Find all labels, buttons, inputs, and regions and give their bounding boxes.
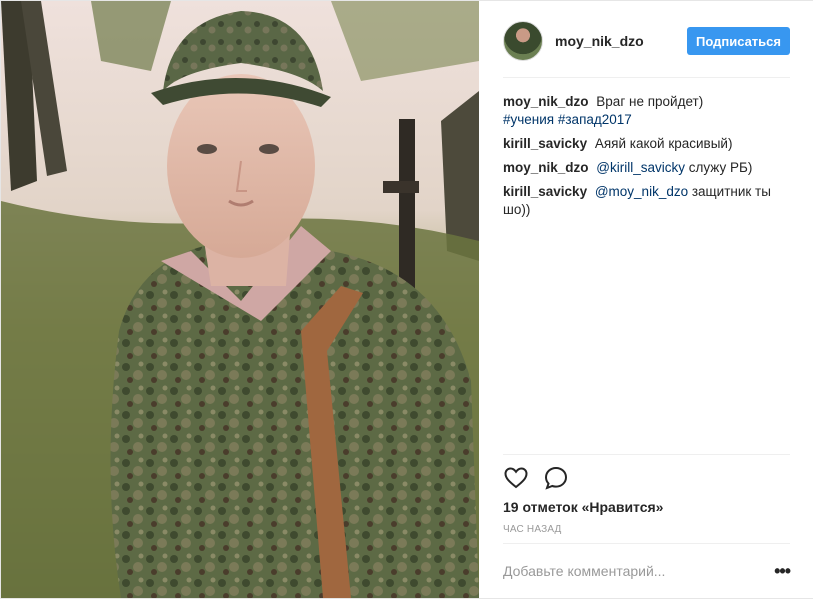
post-header: moy_nik_dzo Подписаться xyxy=(503,17,790,78)
selfie-image xyxy=(1,1,479,598)
divider xyxy=(503,454,790,455)
comment-author[interactable]: kirill_savicky xyxy=(503,184,587,199)
author-username[interactable]: moy_nik_dzo xyxy=(555,33,687,49)
comment-author[interactable]: moy_nik_dzo xyxy=(503,160,589,175)
post-time[interactable]: час назад xyxy=(503,524,562,535)
instagram-post: moy_nik_dzo Подписаться moy_nik_dzo Враг… xyxy=(0,0,813,599)
ellipsis-icon[interactable]: ••• xyxy=(770,561,791,582)
comment-mention[interactable]: @kirill_savicky xyxy=(596,160,685,175)
avatar[interactable] xyxy=(503,21,543,61)
comment-text: Враг не пройдет) xyxy=(596,94,704,109)
comment-author[interactable]: moy_nik_dzo xyxy=(503,94,589,109)
comment-item: moy_nik_dzo @kirill_savicky служу РБ) xyxy=(503,159,790,177)
post-photo[interactable] xyxy=(1,1,479,598)
heart-icon[interactable] xyxy=(503,465,529,491)
comment-item: kirill_savicky Аяяй какой красивый) xyxy=(503,135,790,153)
add-comment-area: ••• xyxy=(503,543,791,598)
comment-item: moy_nik_dzo Враг не пройдет) #учения #за… xyxy=(503,93,790,129)
follow-button[interactable]: Подписаться xyxy=(686,27,790,55)
comment-item: kirill_savicky @moy_nik_dzo защитник ты … xyxy=(503,183,790,219)
comment-text: служу РБ) xyxy=(688,160,753,175)
post-details-panel: moy_nik_dzo Подписаться moy_nik_dzo Враг… xyxy=(479,1,813,598)
comment-text: Аяяй какой красивый) xyxy=(594,136,733,151)
hashtags[interactable]: #учения #запад2017 xyxy=(503,112,632,127)
comment-bubble-icon[interactable] xyxy=(543,465,569,491)
likes-count[interactable]: 19 отметок «Нравится» xyxy=(503,499,663,515)
comments-list: moy_nik_dzo Враг не пройдет) #учения #за… xyxy=(503,93,790,225)
comment-mention[interactable]: @moy_nik_dzo xyxy=(595,184,688,199)
comment-input[interactable] xyxy=(503,563,770,579)
comment-author[interactable]: kirill_savicky xyxy=(503,136,587,151)
